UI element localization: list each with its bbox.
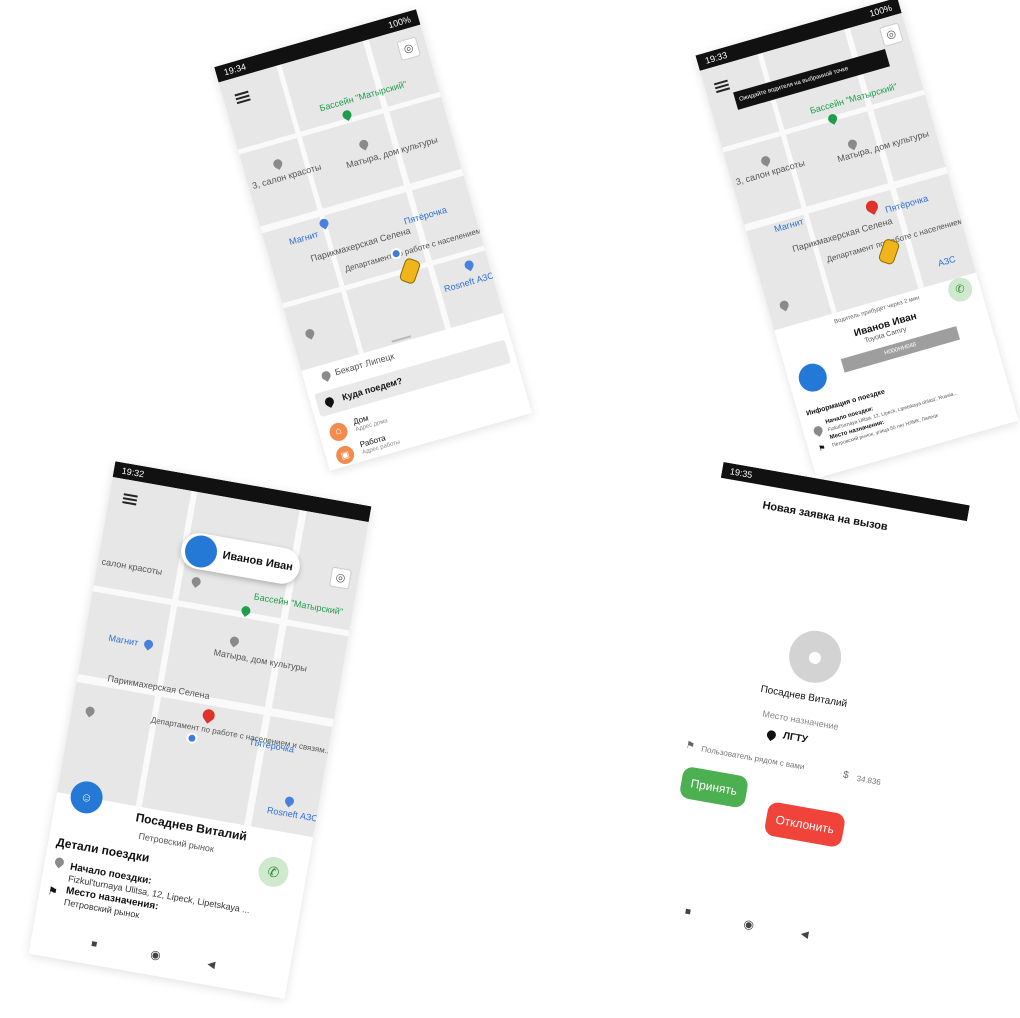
driver-avatar <box>182 532 220 570</box>
flag-icon: ⚑ <box>46 885 59 899</box>
flag-icon: ⚑ <box>817 442 827 454</box>
call-button[interactable]: ✆ <box>256 854 291 890</box>
menu-icon[interactable] <box>123 493 138 498</box>
nav-recents-icon[interactable]: ■ <box>684 906 692 918</box>
map-label-pyaterochka: Пятёрочка <box>402 204 448 227</box>
screen-new-request: 19:35 Новая заявка на вызов ● Посаднев В… <box>640 461 970 979</box>
map-label-basin: Бассейн "Матырский" <box>253 591 344 617</box>
map-label-pyaterochka: Пятёрочка <box>884 193 930 215</box>
toast-text: Ожидайте водителя на выбранной точке <box>738 65 850 103</box>
status-time: 19:32 <box>121 465 145 480</box>
map[interactable]: ◎ Бассейн "Матырский" 3, салон красоты М… <box>218 24 504 371</box>
place-pin-icon <box>271 157 284 170</box>
map-label-culture: Матыра, дом культуры <box>212 647 308 674</box>
nav-home-icon[interactable]: ◉ <box>149 947 162 963</box>
decline-label: Отклонить <box>774 812 836 837</box>
my-location-icon[interactable]: ◎ <box>328 566 353 590</box>
place-pin-icon <box>228 634 241 648</box>
start-pin-icon <box>53 855 66 869</box>
plate-text: Н000НН048 <box>883 341 918 357</box>
gas-pin-icon <box>283 794 296 808</box>
screen-waiting-driver: 19:33 100% ◎ Ожидайте водителя на выбран… <box>695 0 1019 479</box>
screen-rider-home: 19:34 100% ◎ Бассейн "Матырский" 3, сало… <box>214 9 532 471</box>
place-pin-icon <box>189 575 203 588</box>
place-pin-icon <box>759 154 772 167</box>
dollar-icon: $ <box>842 769 850 782</box>
map[interactable]: ◎ Ожидайте водителя на выбранной точке Б… <box>699 12 977 331</box>
location-pin-icon <box>765 728 778 742</box>
person-icon: ● <box>804 639 827 674</box>
map-label-rosneft: АЗС <box>936 253 957 269</box>
map-label-salon: салон красоты <box>100 556 164 577</box>
driver-avatar <box>795 360 831 395</box>
map-label-magnit: Магнит <box>287 229 320 247</box>
location-pin-icon <box>323 395 336 408</box>
nav-home-icon[interactable]: ◉ <box>743 917 756 933</box>
map-label-magnit: Магнит <box>107 632 140 648</box>
status-bar: 19:35 <box>720 461 970 522</box>
menu-icon[interactable] <box>234 90 249 97</box>
nearby-text: Пользователь рядом с вами <box>700 744 806 772</box>
passenger-avatar: ● <box>785 626 846 687</box>
accept-label: Принять <box>689 776 739 799</box>
map-label-rosneft: Rosneft АЗС <box>266 804 319 824</box>
accept-button[interactable]: Принять <box>678 765 750 809</box>
nav-recents-icon[interactable]: ■ <box>90 938 98 950</box>
nav-back-icon[interactable]: ◀ <box>206 959 215 971</box>
phone-icon: ✆ <box>266 863 281 881</box>
driver-card-name: Иванов Иван <box>221 549 294 574</box>
gas-pin-icon <box>462 258 476 272</box>
passenger-name: Посаднев Виталий <box>759 683 848 710</box>
person-icon: ☺ <box>79 789 94 806</box>
user-location-marker <box>185 731 199 745</box>
status-time: 19:35 <box>729 466 754 481</box>
menu-icon[interactable] <box>713 79 728 86</box>
nav-back-icon[interactable]: ◀ <box>800 929 809 941</box>
phone-icon: ✆ <box>954 282 967 297</box>
map-label-rosneft: Rosneft АЗС <box>442 270 495 295</box>
decline-button[interactable]: Отклонить <box>763 801 847 849</box>
briefcase-icon: ▣ <box>334 443 357 467</box>
map[interactable]: ◎ Иванов Иван салон красоты Бассейн "Мат… <box>57 476 369 838</box>
dest-caption: Место назначение <box>761 708 840 732</box>
place-pin-icon <box>778 299 791 312</box>
where-to-label: Куда поедем? <box>340 375 404 403</box>
my-location-icon[interactable]: ◎ <box>396 36 422 62</box>
place-pin-icon <box>319 369 333 382</box>
price: 34.836 <box>855 773 882 788</box>
shop-pin-icon <box>142 638 155 651</box>
flag-icon: ⚑ <box>684 739 696 753</box>
home-icon: ⌂ <box>327 420 350 444</box>
destination-pin-icon <box>863 198 881 215</box>
place-pin-icon <box>357 138 370 151</box>
destination-pin-icon <box>200 706 218 724</box>
request-title: Новая заявка на вызов <box>761 499 889 534</box>
place-pin-icon <box>303 327 316 340</box>
screen-driver-trip: 19:32 ◎ Иванов Иван салон красоты Бассей… <box>28 461 372 999</box>
details-title: Детали поездки <box>55 834 151 866</box>
dest-value: ЛГТУ <box>781 730 809 746</box>
my-location-icon[interactable]: ◎ <box>878 22 904 48</box>
place-pin-icon <box>83 704 97 718</box>
start-pin-icon <box>811 424 825 437</box>
car-marker-icon <box>398 257 422 285</box>
